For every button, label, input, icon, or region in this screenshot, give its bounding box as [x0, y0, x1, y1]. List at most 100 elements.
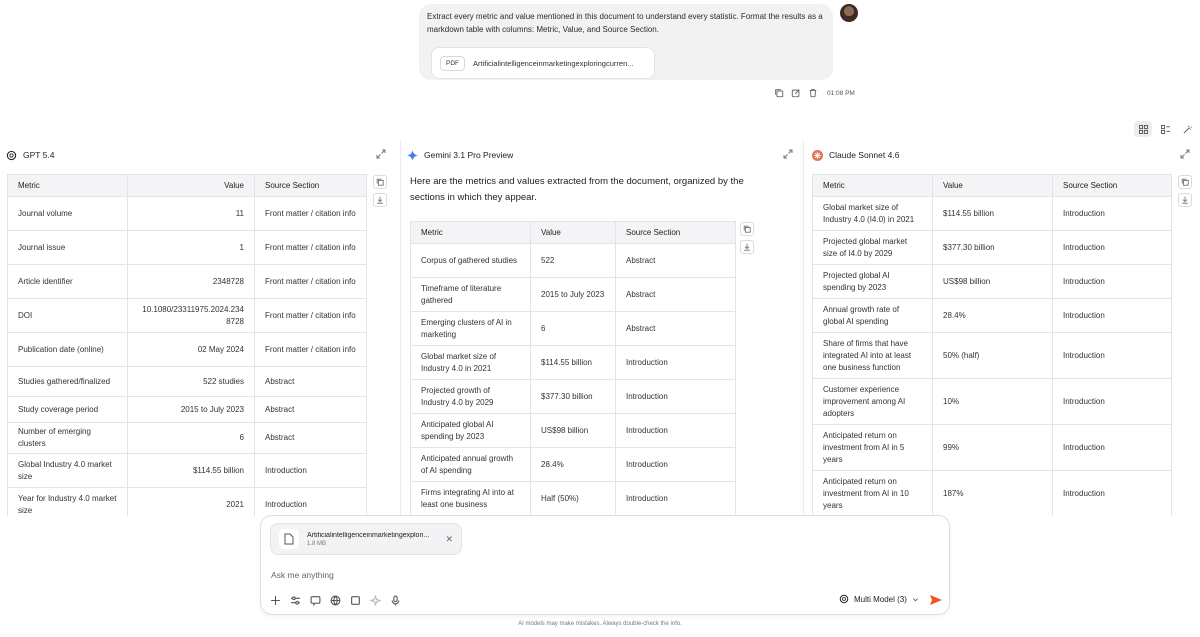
message-timestamp: 01:08 PM — [827, 89, 855, 97]
copy-icon — [1181, 178, 1189, 186]
model-selector[interactable]: Multi Model (3) — [839, 594, 919, 604]
value-cell: 10% — [932, 378, 1053, 425]
copy-table-button[interactable] — [740, 222, 754, 236]
download-icon — [1182, 196, 1188, 204]
source-cell: Introduction — [1052, 378, 1172, 425]
expand-icon[interactable] — [376, 149, 386, 159]
metric-cell: Projected global AI spending by 2023 — [812, 264, 933, 299]
magic-button[interactable] — [1178, 121, 1196, 137]
metric-cell: Projected growth of Industry 4.0 by 2029 — [410, 379, 531, 414]
table-row: Annual growth rate of global AI spending… — [812, 298, 1172, 333]
table-row: Publication date (online) 02 May 2024 Fron… — [7, 332, 367, 367]
column-header: Value — [932, 174, 1053, 197]
value-cell: US$98 billion — [932, 264, 1053, 299]
source-cell: Front matter / citation info — [254, 196, 367, 231]
metric-cell: Customer experience improvement among AI… — [812, 378, 933, 425]
prompt-input[interactable] — [271, 570, 871, 580]
metric-cell: Firms integrating AI into at least one b… — [410, 481, 531, 516]
panel-header: GPT 5.4 — [6, 148, 390, 162]
response-intro-text: Here are the metrics and values extracte… — [410, 176, 744, 203]
send-icon[interactable] — [929, 593, 943, 607]
remove-file-icon[interactable]: ✕ — [445, 534, 453, 545]
grid-icon — [1138, 124, 1148, 134]
globe-icon[interactable] — [330, 595, 341, 606]
copy-icon — [743, 225, 751, 233]
file-name: Artificialintelligenceinmarketingexplori… — [307, 531, 430, 539]
file-meta: Artificialintelligenceinmarketingexplori… — [307, 532, 437, 547]
prompt-library-icon[interactable] — [310, 595, 321, 606]
expand-icon[interactable] — [1180, 149, 1190, 159]
value-cell: $377.30 billion — [530, 379, 616, 414]
source-cell: Introduction — [1052, 196, 1172, 231]
user-message-bubble: Extract every metric and value mentioned… — [419, 4, 833, 80]
value-cell: 02 May 2024 — [127, 332, 255, 367]
value-cell: $114.55 billion — [530, 345, 616, 380]
message-actions: 01:08 PM — [774, 88, 855, 98]
download-table-button[interactable] — [740, 240, 754, 254]
metric-cell: Annual growth rate of global AI spending — [812, 298, 933, 333]
panel-header: Gemini 3.1 Pro Preview — [407, 148, 797, 162]
multi-model-icon — [839, 594, 849, 604]
view-controls — [1134, 121, 1196, 137]
value-cell: 522 — [530, 243, 616, 278]
metric-cell: Global Industry 4.0 market size — [7, 453, 128, 488]
source-cell: Introduction — [1052, 298, 1172, 333]
value-cell: 2015 to July 2023 — [127, 396, 255, 423]
table-row: Anticipated return on investment from AI… — [812, 424, 1172, 471]
trash-icon[interactable] — [808, 88, 818, 98]
sliders-icon[interactable] — [290, 595, 301, 606]
table-row: Anticipated return on investment from AI… — [812, 470, 1172, 516]
metric-cell: DOI — [7, 298, 128, 333]
source-cell: Introduction — [1052, 424, 1172, 471]
metric-cell: Emerging clusters of AI in marketing — [410, 311, 531, 346]
expand-icon[interactable] — [783, 149, 793, 159]
attached-file-chip[interactable]: Artificialintelligenceinmarketingexplori… — [270, 523, 462, 555]
copy-icon — [376, 178, 384, 186]
user-avatar[interactable] — [840, 4, 858, 22]
model-title: GPT 5.4 — [23, 150, 55, 160]
table-row: Corpus of gathered studies 522 Abstract — [410, 243, 736, 278]
table-row: Timeframe of literature gathered 2015 to … — [410, 277, 736, 312]
table-row: Study coverage period 2015 to July 2023 Ab… — [7, 396, 367, 423]
metric-cell: Share of firms that have integrated AI i… — [812, 332, 933, 379]
download-table-button[interactable] — [1178, 193, 1192, 207]
sparkle-icon[interactable] — [370, 595, 381, 606]
source-cell: Introduction — [615, 345, 736, 380]
metric-cell: Global market size of Industry 4.0 in 20… — [410, 345, 531, 380]
list-view-button[interactable] — [1156, 121, 1174, 137]
table-tools — [1178, 175, 1192, 207]
value-cell: 10.1080/23311975.2024.2348728 — [127, 298, 255, 333]
column-header: Metric — [812, 174, 933, 197]
metric-cell: Timeframe of literature gathered — [410, 277, 531, 312]
microphone-icon[interactable] — [390, 595, 401, 606]
value-cell: 187% — [932, 470, 1053, 516]
table-row: Number of emerging clusters 6 Abstract — [7, 422, 367, 454]
copy-icon[interactable] — [774, 88, 784, 98]
value-cell: 11 — [127, 196, 255, 231]
table-row: Share of firms that have integrated AI i… — [812, 332, 1172, 379]
message-attachment[interactable]: PDF Artificialintelligenceinmarketingexp… — [431, 47, 655, 79]
value-cell: $114.55 billion — [127, 453, 255, 488]
message-composer: Artificialintelligenceinmarketingexplori… — [260, 515, 950, 615]
attachment-name: Artificialintelligenceinmarketingexplori… — [473, 58, 634, 68]
grid-view-button[interactable] — [1134, 121, 1152, 137]
model-title: Claude Sonnet 4.6 — [829, 150, 900, 160]
copy-table-button[interactable] — [373, 175, 387, 189]
source-cell: Introduction — [1052, 230, 1172, 265]
copy-table-button[interactable] — [1178, 175, 1192, 189]
table-row: Global Industry 4.0 market size $114.55 b… — [7, 453, 367, 488]
canvas-icon[interactable] — [350, 595, 361, 606]
table-row: Global market size of Industry 4.0 in 20… — [410, 345, 736, 380]
source-cell: Front matter / citation info — [254, 332, 367, 367]
plus-icon[interactable] — [270, 595, 281, 606]
metric-cell: Projected global market size of I4.0 by … — [812, 230, 933, 265]
metric-cell: Anticipated global AI spending by 2023 — [410, 413, 531, 448]
source-cell: Abstract — [254, 396, 367, 423]
source-cell: Introduction — [1052, 470, 1172, 516]
edit-icon[interactable] — [791, 88, 801, 98]
download-table-button[interactable] — [373, 193, 387, 207]
source-cell: Introduction — [1052, 264, 1172, 299]
value-cell: $114.55 billion — [932, 196, 1053, 231]
download-icon — [377, 196, 383, 204]
value-cell: 99% — [932, 424, 1053, 471]
